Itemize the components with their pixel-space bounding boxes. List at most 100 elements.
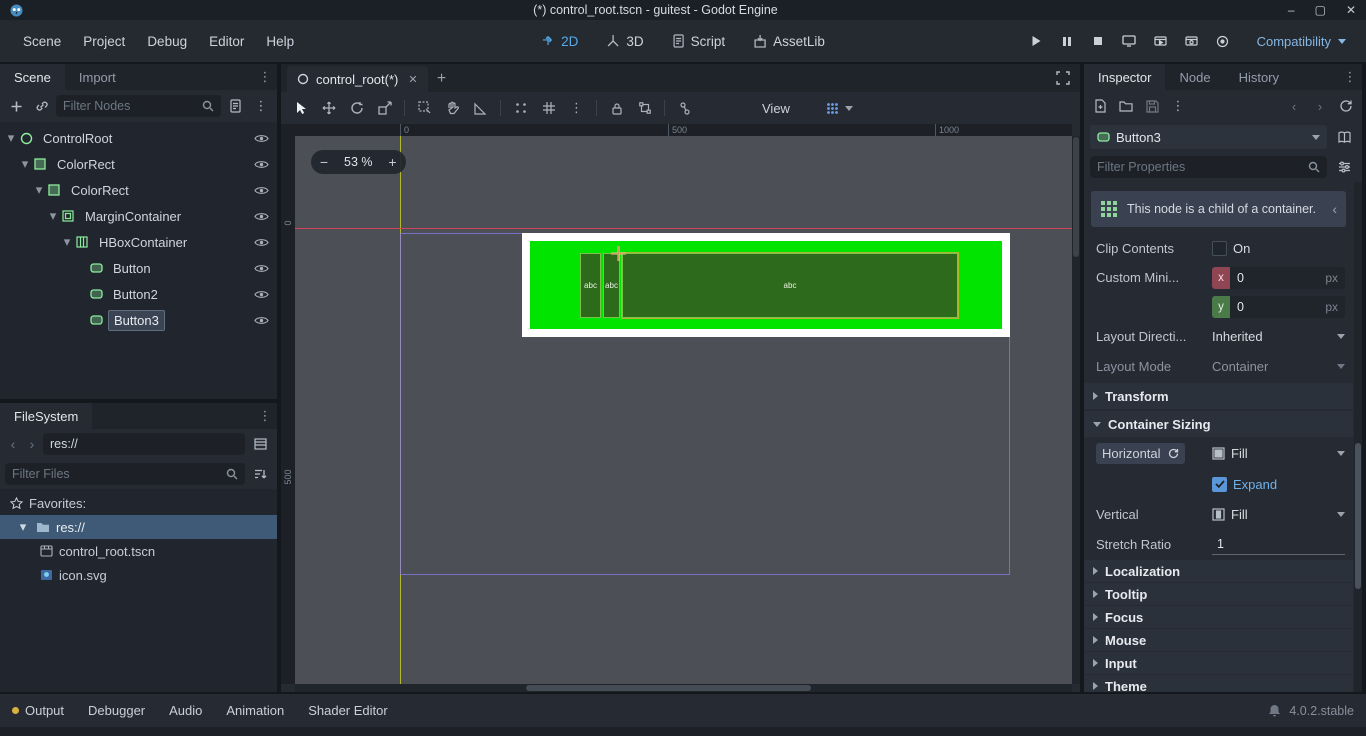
section-input[interactable]: Input — [1084, 652, 1353, 674]
tree-row-button3-selected[interactable]: Button3 — [0, 307, 277, 333]
current-path-input[interactable] — [50, 437, 238, 451]
filesystem-item-res[interactable]: ▾ res:// — [0, 515, 277, 539]
tree-row-button2[interactable]: Button2 — [0, 281, 277, 307]
tab-3d[interactable]: 3D — [592, 29, 657, 54]
play-scene-button[interactable] — [1146, 29, 1175, 53]
stop-button[interactable] — [1084, 29, 1113, 53]
filter-files-input[interactable] — [12, 467, 222, 481]
zoom-in-button[interactable]: + — [380, 150, 406, 174]
attach-script-button[interactable] — [223, 94, 247, 118]
visibility-eye-icon[interactable] — [254, 133, 269, 144]
custom-min-x-spinbox[interactable]: x 0 px — [1212, 267, 1345, 289]
lock-icon[interactable] — [603, 96, 630, 120]
collapse-icon[interactable]: ▾ — [46, 208, 60, 224]
tab-import[interactable]: Import — [65, 64, 130, 90]
visibility-eye-icon[interactable] — [254, 289, 269, 300]
tree-row-margincontainer[interactable]: ▾ MarginContainer — [0, 203, 277, 229]
collapse-icon[interactable]: ▾ — [32, 182, 46, 198]
smart-snap-icon[interactable] — [507, 96, 534, 120]
clip-contents-checkbox[interactable] — [1212, 241, 1227, 256]
revert-icon[interactable] — [1168, 448, 1179, 459]
collapse-icon[interactable]: ▾ — [18, 156, 32, 172]
section-tooltip[interactable]: Tooltip — [1084, 583, 1353, 605]
rotate-tool-icon[interactable] — [343, 96, 370, 120]
save-resource-icon[interactable] — [1140, 94, 1164, 118]
edited-object-dropdown[interactable]: Button3 — [1090, 125, 1327, 149]
filter-properties-input[interactable] — [1097, 160, 1304, 174]
scene-tree-menu-icon[interactable]: ⋮ — [249, 94, 273, 118]
canvas-horizontal-scrollbar[interactable] — [295, 684, 1072, 692]
horizontal-sizing-dropdown[interactable]: Fill — [1212, 446, 1345, 461]
distraction-free-icon[interactable] — [1056, 71, 1070, 85]
grid-snap-icon[interactable] — [535, 96, 562, 120]
menu-scene[interactable]: Scene — [12, 28, 72, 55]
load-resource-icon[interactable] — [1114, 94, 1138, 118]
colorrect-white[interactable]: abc abc abc — [522, 233, 1010, 337]
section-container-sizing[interactable]: Container Sizing — [1084, 411, 1353, 437]
group-icon[interactable] — [631, 96, 658, 120]
bottom-tab-output[interactable]: Output — [25, 697, 76, 724]
visibility-eye-icon[interactable] — [254, 263, 269, 274]
resource-menu-icon[interactable]: ⋮ — [1166, 94, 1190, 118]
layout-mode-dropdown[interactable]: Container — [1212, 359, 1345, 374]
snap-options-icon[interactable]: ⋮ — [563, 96, 590, 120]
tree-row-controlroot[interactable]: ▾ ControlRoot — [0, 125, 277, 151]
vertical-sizing-dropdown[interactable]: Fill — [1212, 507, 1345, 522]
scale-tool-icon[interactable] — [371, 96, 398, 120]
scene-button-1[interactable]: abc — [580, 253, 601, 318]
scene-tab-control-root[interactable]: control_root(*) ✕ — [287, 66, 428, 92]
tree-row-colorrect2[interactable]: ▾ ColorRect — [0, 177, 277, 203]
section-focus[interactable]: Focus — [1084, 606, 1353, 628]
expand-checkbox[interactable] — [1212, 477, 1227, 492]
inspector-dock-menu-icon[interactable]: ⋮ — [1338, 64, 1362, 90]
tab-inspector[interactable]: Inspector — [1084, 64, 1165, 90]
minimize-button[interactable]: – — [1288, 3, 1295, 17]
close-button[interactable]: ✕ — [1346, 3, 1356, 17]
play-button[interactable] — [1022, 29, 1051, 53]
colorrect-green[interactable]: abc abc abc — [530, 241, 1002, 329]
zoom-level[interactable]: 53 % — [337, 155, 380, 169]
renderer-dropdown[interactable]: Compatibility — [1247, 30, 1356, 53]
scene-button-2[interactable]: abc — [603, 253, 620, 318]
menu-project[interactable]: Project — [72, 28, 136, 55]
visibility-eye-icon[interactable] — [254, 211, 269, 222]
tab-script[interactable]: Script — [658, 29, 740, 54]
close-tab-icon[interactable]: ✕ — [408, 73, 417, 86]
new-resource-icon[interactable] — [1088, 94, 1112, 118]
skeleton-options-icon[interactable] — [671, 96, 698, 120]
inspector-scrollbar[interactable] — [1354, 182, 1362, 692]
favorites-header[interactable]: Favorites: — [0, 491, 277, 515]
list-select-tool-icon[interactable] — [411, 96, 438, 120]
collapse-icon[interactable]: ▾ — [60, 234, 74, 250]
bottom-tab-audio[interactable]: Audio — [157, 697, 214, 724]
nav-forward-icon[interactable]: › — [24, 436, 40, 452]
bottom-tab-shader-editor[interactable]: Shader Editor — [296, 697, 400, 724]
scene-dock-menu-icon[interactable]: ⋮ — [253, 64, 277, 90]
bottom-tab-debugger[interactable]: Debugger — [76, 697, 157, 724]
filter-nodes-input[interactable] — [63, 99, 198, 113]
tab-2d[interactable]: 2D — [527, 29, 592, 54]
collapse-hint-icon[interactable]: ‹ — [1332, 201, 1337, 217]
filesystem-menu-icon[interactable]: ⋮ — [253, 403, 277, 429]
section-mouse[interactable]: Mouse — [1084, 629, 1353, 651]
canvas-vertical-scrollbar[interactable] — [1072, 136, 1080, 684]
object-history-icon[interactable] — [1334, 94, 1358, 118]
view-menu-button[interactable]: View — [751, 98, 801, 119]
history-back-icon[interactable]: ‹ — [1282, 94, 1306, 118]
notifications-bell-icon[interactable] — [1268, 704, 1281, 717]
play-custom-scene-button[interactable] — [1177, 29, 1206, 53]
maximize-button[interactable]: ▢ — [1315, 3, 1326, 17]
sort-files-icon[interactable] — [248, 462, 272, 486]
collapse-icon[interactable]: ▾ — [4, 130, 18, 146]
visibility-eye-icon[interactable] — [254, 237, 269, 248]
pan-tool-icon[interactable] — [439, 96, 466, 120]
remote-debug-icon[interactable] — [1115, 29, 1144, 53]
section-localization[interactable]: Localization — [1084, 560, 1353, 582]
open-docs-icon[interactable] — [1332, 125, 1356, 149]
tab-node[interactable]: Node — [1165, 64, 1224, 90]
viewport-layout-dropdown[interactable] — [818, 99, 861, 118]
movie-maker-icon[interactable] — [1208, 29, 1237, 53]
custom-min-y-spinbox[interactable]: y 0 px — [1212, 296, 1345, 318]
layout-direction-dropdown[interactable]: Inherited — [1212, 329, 1345, 344]
visibility-eye-icon[interactable] — [254, 185, 269, 196]
